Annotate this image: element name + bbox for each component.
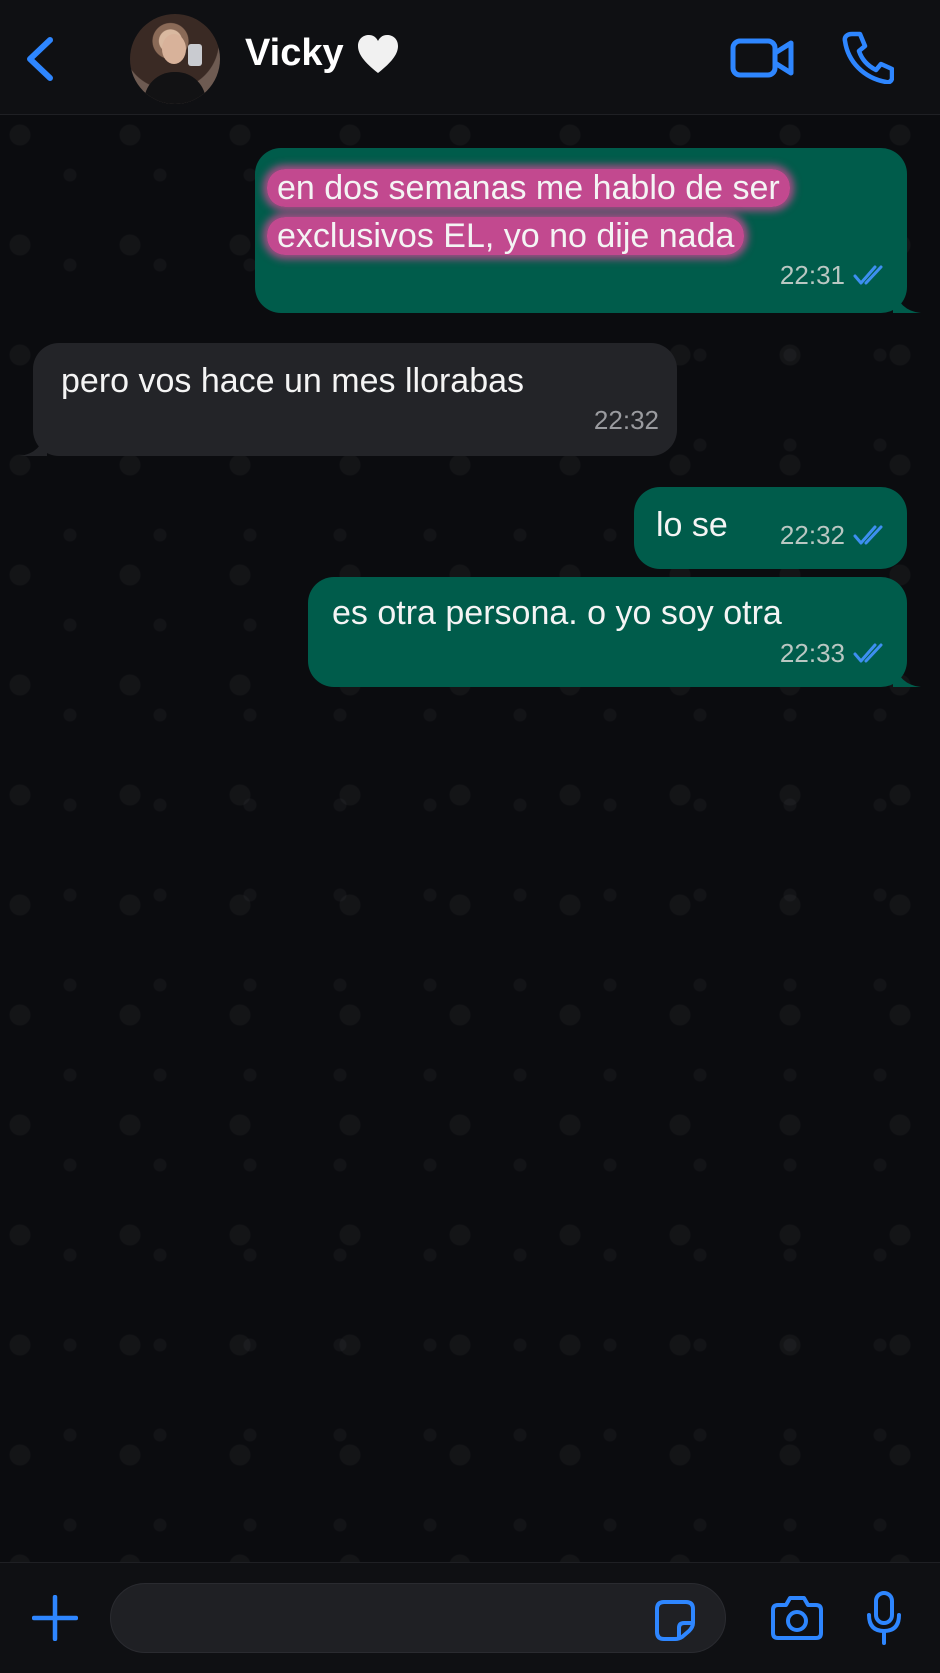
microphone-icon[interactable]: [866, 1591, 902, 1645]
message-meta: 22:33: [780, 629, 889, 677]
message-time: 22:32: [593, 405, 659, 435]
message-meta: 22:31: [780, 251, 889, 299]
contact-name[interactable]: Vicky: [245, 32, 400, 75]
white-heart-icon: [357, 34, 398, 73]
contact-name-text: Vicky: [245, 32, 344, 74]
message-bubble-outgoing[interactable]: lo se 22:32: [634, 487, 907, 569]
message-text: lo se: [656, 501, 728, 549]
chat-header: Vicky: [0, 0, 940, 115]
message-time: 22:33: [779, 638, 845, 668]
message-bubble-outgoing[interactable]: es otra persona. o yo soy otra 22:33: [308, 577, 921, 687]
camera-icon[interactable]: [770, 1595, 824, 1641]
sticker-icon[interactable]: [654, 1599, 696, 1641]
message-text: pero vos hace un mes llorabas: [61, 357, 524, 405]
avatar[interactable]: [130, 14, 220, 104]
message-line: pero vos hace un mes llorabas: [61, 362, 525, 400]
message-time: 22:32: [779, 520, 845, 550]
plus-icon[interactable]: [32, 1595, 78, 1641]
message-line: en dos semanas me hablo de ser: [267, 169, 790, 207]
message-input[interactable]: [110, 1583, 726, 1653]
message-bubble-outgoing[interactable]: en dos semanas me hablo de ser exclusivo…: [255, 148, 921, 313]
read-ticks-icon: [853, 265, 883, 285]
chevron-left-icon[interactable]: [22, 34, 58, 84]
message-line: exclusivos EL, yo no dije nada: [267, 217, 745, 255]
message-text: en dos semanas me hablo de ser exclusivo…: [267, 164, 790, 260]
chat-area[interactable]: en dos semanas me hablo de ser exclusivo…: [0, 115, 940, 1562]
message-meta: 22:32: [594, 396, 659, 444]
video-camera-icon[interactable]: [730, 34, 794, 82]
read-ticks-icon: [853, 525, 883, 545]
bubble-tail: [893, 287, 921, 313]
message-line: lo se: [656, 506, 728, 544]
composer-bar: [0, 1562, 940, 1673]
message-meta: 22:32: [780, 511, 889, 559]
message-text: es otra persona. o yo soy otra: [332, 589, 782, 637]
bubble-tail: [893, 661, 921, 687]
phone-icon[interactable]: [842, 30, 894, 84]
message-line: es otra persona. o yo soy otra: [332, 594, 782, 632]
message-bubble-incoming[interactable]: pero vos hace un mes llorabas 22:32: [19, 343, 677, 456]
read-ticks-icon: [853, 643, 883, 663]
bubble-tail: [19, 430, 47, 456]
message-time: 22:31: [779, 260, 845, 290]
